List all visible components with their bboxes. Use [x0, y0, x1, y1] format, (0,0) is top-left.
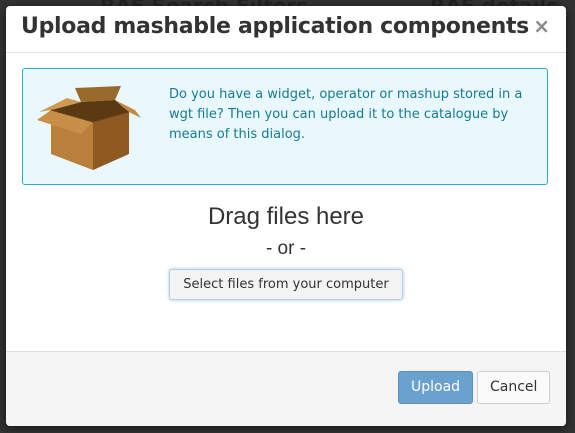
dialog-title: Upload mashable application components — [21, 14, 529, 39]
dialog-footer: Upload Cancel — [6, 351, 566, 426]
dialog-body: Do you have a widget, operator or mashup… — [6, 53, 566, 352]
select-files-button[interactable]: Select files from your computer — [169, 269, 403, 300]
info-alert: Do you have a widget, operator or mashup… — [22, 68, 548, 185]
drag-files-label: Drag files here — [207, 203, 365, 230]
close-icon[interactable]: × — [533, 16, 550, 36]
cardboard-box-icon — [37, 86, 141, 170]
file-drop-zone[interactable]: Drag files here - or - Select files from… — [6, 203, 566, 300]
dialog-header: Upload mashable application components × — [6, 6, 566, 53]
info-message: Do you have a widget, operator or mashup… — [169, 87, 523, 142]
cancel-button[interactable]: Cancel — [477, 371, 551, 404]
or-separator: - or - — [265, 238, 307, 259]
upload-dialog: Upload mashable application components × — [6, 6, 566, 426]
upload-button[interactable]: Upload — [398, 371, 474, 404]
